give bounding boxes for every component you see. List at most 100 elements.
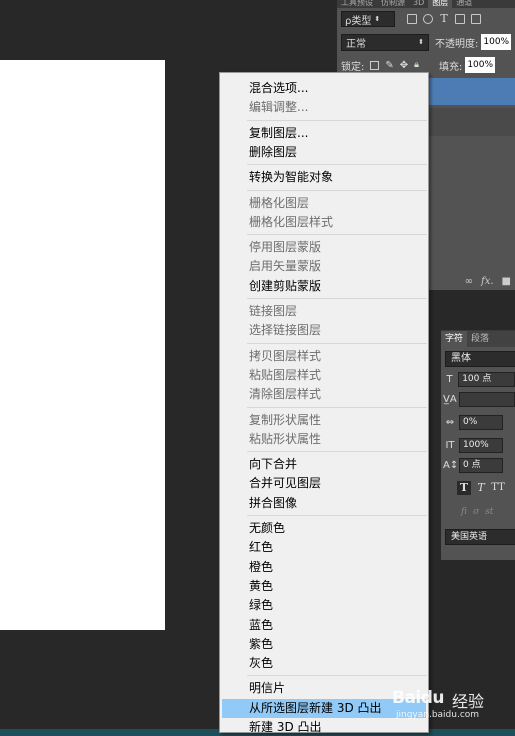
fx-icon[interactable]: fx. — [481, 276, 494, 287]
blend-opacity-row: 正常 ⬍ 不透明度: 100% — [337, 32, 515, 52]
menu-item[interactable]: 向下合并 — [222, 455, 426, 474]
smart-object-filter-icon[interactable] — [471, 14, 481, 24]
font-size-input[interactable]: 100 点 — [458, 372, 515, 387]
menu-item[interactable]: 合并可见图层 — [222, 474, 426, 493]
menu-item: 粘贴图层样式 — [249, 367, 322, 382]
baidu-logo: Baidu — [392, 688, 445, 708]
menu-separator — [247, 451, 427, 453]
faux-italic-button[interactable]: T — [474, 481, 488, 495]
menu-item[interactable]: 转换为智能对象 — [222, 168, 426, 187]
menu-item[interactable]: 紫色 — [222, 635, 426, 654]
menu-item[interactable]: 删除图层 — [222, 143, 426, 162]
kind-select-label: ρ类型 — [345, 15, 372, 27]
swash-icon[interactable]: σ — [473, 507, 479, 517]
language-select[interactable]: 美国英语 — [445, 529, 515, 545]
blend-mode-select[interactable]: 正常 ⬍ — [341, 33, 429, 51]
menu-item: 选择链接图层 — [249, 323, 322, 338]
menu-item: 清除图层样式 — [249, 387, 322, 402]
menu-item: 链接图层 — [249, 304, 298, 318]
tracking-input[interactable]: 0% — [459, 415, 503, 430]
watermark-url: jingyan.baidu.com — [396, 710, 480, 720]
menu-item: 栅格化图层样式 — [249, 214, 334, 229]
menu-separator — [247, 119, 427, 121]
all-caps-button[interactable]: TT — [491, 481, 505, 495]
lock-transparency-icon[interactable] — [370, 60, 380, 70]
kerning-input[interactable] — [458, 392, 515, 407]
type-style-buttons: T T TT — [457, 481, 515, 495]
character-panel: 字符 段落 黑体 T 100 点 V̲A ⇔ 0% IT 100% A↕ 0 点… — [441, 330, 515, 560]
menu-separator — [247, 164, 427, 166]
menu-separator — [247, 675, 427, 677]
menu-item[interactable]: 蓝色 — [222, 616, 426, 635]
tab-tool-presets[interactable]: 工具预设 — [337, 0, 377, 8]
chevron-down-icon: ⬍ — [418, 38, 424, 46]
opacity-label: 不透明度: — [435, 38, 479, 50]
menu-item[interactable]: 拼合图像 — [222, 494, 426, 513]
menu-item: 编辑调整... — [249, 100, 309, 115]
move-icon[interactable]: ✥ — [400, 60, 408, 71]
lock-icon[interactable]: 🔒︎ — [414, 60, 419, 70]
menu-item[interactable]: 灰色 — [222, 654, 426, 673]
link-icon[interactable]: ∞ — [465, 276, 473, 287]
opacity-input[interactable]: 100% — [481, 34, 512, 50]
type-filter-icon[interactable]: T — [439, 13, 449, 24]
fill-label: 填充: — [438, 61, 463, 73]
tab-layers[interactable]: 图层 — [428, 0, 453, 8]
layers-panel-tabs: 工具预设 仿制源 3D 图层 通道 — [337, 0, 515, 8]
tab-character[interactable]: 字符 — [441, 331, 468, 347]
menu-item[interactable]: 复制图层... — [222, 124, 426, 143]
layer-filter-row: ρ类型 ⬍ T — [337, 9, 515, 29]
vertical-scale-icon: IT — [445, 440, 455, 451]
vertical-scale-input[interactable]: 100% — [459, 438, 503, 453]
faux-bold-button[interactable]: T — [457, 481, 471, 495]
character-panel-tabs: 字符 段落 — [441, 331, 515, 347]
layer-context-menu: 混合选项... 编辑调整... 复制图层... 删除图层转换为智能对象栅格化图层栅格化… — [219, 72, 429, 734]
tab-3d[interactable]: 3D — [409, 0, 428, 8]
vertical-scale-row: IT 100% — [443, 438, 515, 453]
menu-item[interactable]: 混合选项... — [222, 79, 426, 98]
opentype-buttons: fi σ st — [461, 507, 515, 517]
menu-item[interactable]: 红色 — [222, 538, 426, 557]
kerning-icon: V̲A — [443, 394, 457, 405]
menu-item: 启用矢量蒙版 — [249, 259, 322, 274]
font-size-icon: T — [446, 374, 453, 385]
baseline-shift-icon: A↕ — [443, 460, 459, 471]
menu-item[interactable]: 黄色 — [222, 577, 426, 596]
tab-channels[interactable]: 通道 — [452, 0, 476, 8]
font-size-row: T 100 点 — [443, 372, 515, 387]
layer-kind-select[interactable]: ρ类型 ⬍ — [341, 11, 395, 27]
menu-separator — [247, 234, 427, 236]
menu-item: 停用图层蒙版 — [249, 240, 322, 255]
menu-item[interactable]: 橙色 — [222, 558, 426, 577]
menu-separator — [247, 515, 427, 516]
menu-separator — [247, 298, 427, 299]
baidu-jingyan-watermark: Baidu 经验 jingyan.baidu.com — [392, 688, 502, 728]
tab-paragraph[interactable]: 段落 — [467, 331, 493, 347]
menu-item: 粘贴形状属性 — [249, 431, 322, 446]
layer-filter-icons: T — [407, 13, 481, 24]
shape-filter-icon[interactable] — [455, 14, 465, 24]
chevron-down-icon: ⬍ — [374, 15, 381, 23]
adjustment-filter-icon[interactable] — [423, 14, 433, 24]
fill-input[interactable]: 100% — [465, 57, 496, 73]
font-family-select[interactable]: 黑体 — [445, 351, 515, 367]
menu-item[interactable]: 绿色 — [222, 596, 426, 615]
mask-icon[interactable]: ■ — [502, 276, 511, 287]
ligature-icon[interactable]: fi — [461, 507, 467, 517]
stylistic-icon[interactable]: st — [485, 507, 493, 517]
brush-icon[interactable]: ✎ — [385, 60, 393, 71]
blend-mode-value: 正常 — [346, 38, 366, 50]
menu-separator — [247, 342, 427, 344]
pixel-filter-icon[interactable] — [407, 14, 417, 24]
tab-clone-source[interactable]: 仿制源 — [377, 0, 409, 8]
document-canvas[interactable] — [0, 60, 165, 630]
tracking-icon: ⇔ — [445, 417, 455, 428]
menu-item[interactable]: 创建剪贴蒙版 — [222, 277, 426, 296]
jingyan-label: 经验 — [452, 692, 485, 711]
menu-item: 复制形状属性 — [249, 412, 322, 427]
menu-item: 栅格化图层 — [249, 195, 310, 210]
menu-item[interactable]: 无颜色 — [222, 519, 426, 538]
baseline-shift-row: A↕ 0 点 — [443, 458, 515, 473]
baseline-shift-input[interactable]: 0 点 — [459, 458, 503, 473]
menu-separator — [247, 189, 427, 191]
